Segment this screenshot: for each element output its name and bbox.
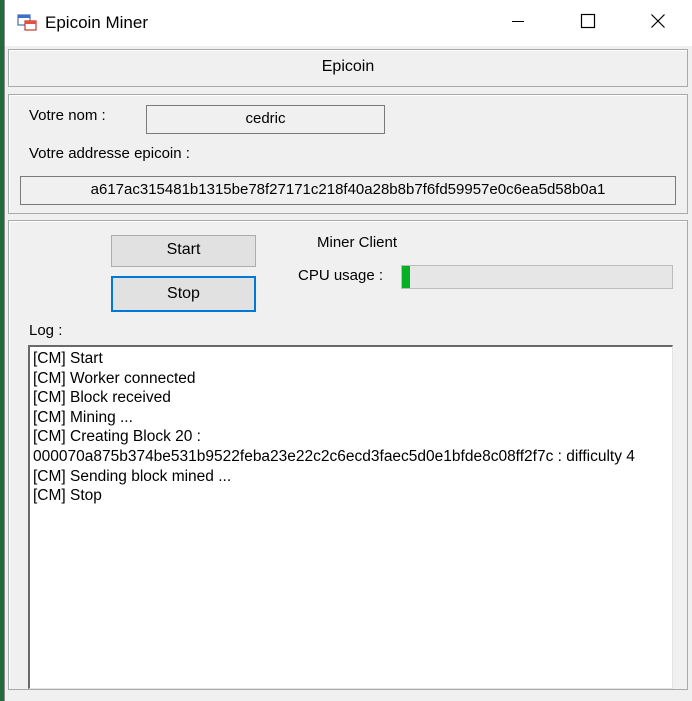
cpu-usage-progress-fill: [402, 266, 411, 288]
identity-group: Votre nom : cedric Votre addresse epicoi…: [8, 94, 688, 214]
log-line: [CM] Mining ...: [33, 408, 133, 426]
log-line: [CM] Creating Block 20 :: [33, 428, 201, 446]
app-window-icon: [17, 12, 37, 32]
maximize-icon: [580, 13, 596, 33]
minimize-icon: [511, 14, 525, 32]
cpu-usage-label: CPU usage :: [298, 267, 384, 284]
name-label: Votre nom :: [29, 107, 106, 124]
log-textbox[interactable]: [CM] Start [CM] Worker connected [CM] Bloc…: [28, 345, 673, 689]
log-line: [CM] Block received: [33, 389, 171, 407]
minimize-button[interactable]: [495, 0, 541, 46]
miner-group: Start Stop Miner Client CPU usage : Log …: [8, 220, 688, 690]
close-button[interactable]: [635, 0, 681, 46]
header-title: Epicoin: [321, 58, 375, 75]
maximize-button[interactable]: [565, 0, 611, 46]
name-field[interactable]: cedric: [146, 105, 385, 134]
start-button[interactable]: Start: [111, 235, 256, 267]
title-bar[interactable]: Epicoin Miner: [5, 0, 692, 46]
log-line: [CM] Stop: [33, 487, 102, 505]
address-label: Votre addresse epicoin :: [29, 145, 190, 162]
window-title: Epicoin Miner: [45, 13, 148, 32]
log-line: [CM] Start: [33, 350, 103, 367]
log-line: [CM] Worker connected: [33, 369, 196, 387]
close-icon: [650, 13, 666, 33]
stop-button[interactable]: Stop: [111, 276, 256, 312]
main-window: Epicoin Miner Epicoin Votre nom : cedric: [4, 0, 692, 701]
header-group: Epicoin: [8, 49, 688, 87]
log-line: 000070a875b374be531b9522feba23e22c2c6ecd…: [33, 447, 635, 465]
address-field[interactable]: a617ac315481b1315be78f27171c218f40a28b8b…: [20, 176, 676, 205]
log-line: [CM] Sending block mined ...: [33, 467, 232, 485]
log-label: Log :: [29, 322, 63, 339]
cpu-usage-progressbar: [401, 265, 673, 289]
miner-client-label: Miner Client: [317, 234, 398, 251]
